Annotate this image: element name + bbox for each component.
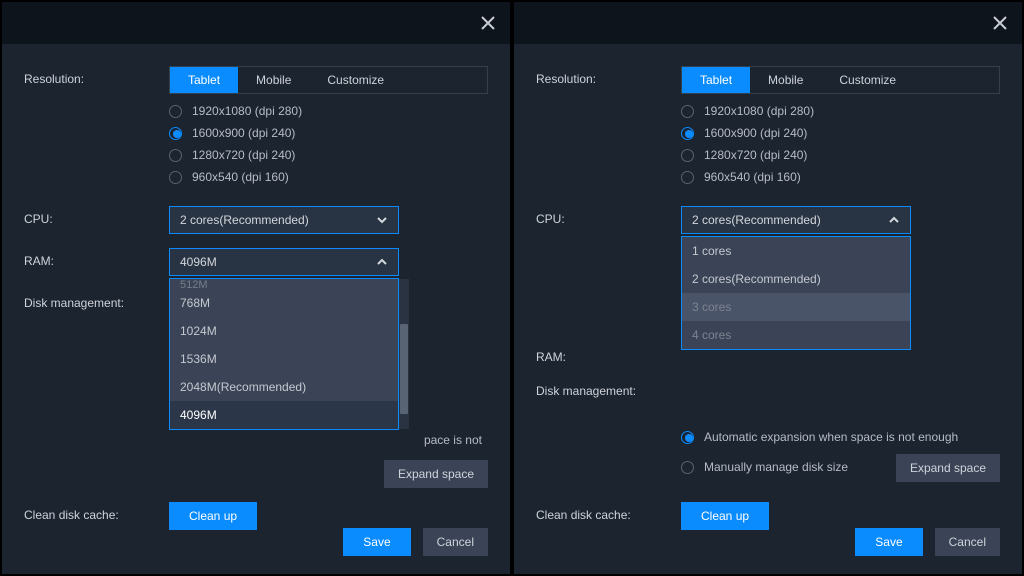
settings-panel-right: Resolution: Tablet Mobile Customize 1920… (514, 2, 1022, 574)
resolution-option[interactable]: 1920x1080 (dpi 280) (681, 104, 1000, 118)
resolution-option[interactable]: 1600x900 (dpi 240) (681, 126, 1000, 140)
expand-space-button[interactable]: Expand space (896, 454, 1000, 482)
ram-option[interactable]: 4096M (170, 401, 398, 429)
cancel-button[interactable]: Cancel (423, 528, 488, 556)
cpu-select[interactable]: 2 cores(Recommended) (169, 206, 399, 234)
disk-manual-option[interactable]: Manually manage disk size Expand space (681, 454, 1000, 482)
radio-icon (169, 149, 182, 162)
disk-auto-option[interactable]: Automatic expansion when space is not en… (681, 429, 1000, 446)
ram-label: RAM: (24, 248, 169, 268)
scrollbar[interactable] (399, 279, 409, 429)
cpu-select-value: 2 cores(Recommended) (692, 213, 821, 227)
tab-tablet[interactable]: Tablet (170, 67, 238, 93)
tab-mobile[interactable]: Mobile (238, 67, 309, 93)
settings-panel-left: Resolution: Tablet Mobile Customize 1920… (2, 2, 510, 574)
resolution-label: Resolution: (24, 66, 169, 86)
ram-option[interactable]: 1024M (170, 317, 398, 345)
ram-dropdown: 512M 768M 1024M 1536M 2048M(Recommended)… (169, 278, 399, 430)
resolution-option[interactable]: 1600x900 (dpi 240) (169, 126, 488, 140)
ram-select-value: 4096M (180, 255, 217, 269)
disk-label: Disk management: (24, 290, 169, 310)
ram-option[interactable]: 1536M (170, 345, 398, 373)
cpu-dropdown: 1 cores 2 cores(Recommended) 3 cores 4 c… (681, 236, 911, 350)
tab-customize[interactable]: Customize (821, 67, 914, 93)
radio-icon (681, 461, 694, 474)
ram-option-truncated[interactable]: 512M (170, 279, 398, 289)
cancel-button[interactable]: Cancel (935, 528, 1000, 556)
tab-customize[interactable]: Customize (309, 67, 402, 93)
radio-icon (681, 171, 694, 184)
radio-icon (169, 171, 182, 184)
scroll-thumb[interactable] (400, 324, 408, 414)
resolution-tabs: Tablet Mobile Customize (681, 66, 1000, 94)
resolution-option[interactable]: 960x540 (dpi 160) (169, 170, 488, 184)
resolution-option[interactable]: 1920x1080 (dpi 280) (169, 104, 488, 118)
ram-option[interactable]: 768M (170, 289, 398, 317)
radio-icon (681, 105, 694, 118)
cpu-select[interactable]: 2 cores(Recommended) (681, 206, 911, 234)
content: Resolution: Tablet Mobile Customize 1920… (514, 44, 1022, 514)
disk-manual-label: Manually manage disk size (704, 459, 890, 476)
cpu-label: CPU: (536, 206, 681, 226)
resolution-tabs: Tablet Mobile Customize (169, 66, 488, 94)
radio-icon (681, 431, 694, 444)
ram-label: RAM: (536, 344, 681, 364)
radio-icon (169, 105, 182, 118)
cleanup-button[interactable]: Clean up (169, 502, 257, 530)
tab-mobile[interactable]: Mobile (750, 67, 821, 93)
chevron-up-icon (888, 214, 900, 226)
cpu-label: CPU: (24, 206, 169, 226)
tab-tablet[interactable]: Tablet (682, 67, 750, 93)
close-icon[interactable] (992, 15, 1008, 31)
cleanup-button[interactable]: Clean up (681, 502, 769, 530)
save-button[interactable]: Save (855, 528, 922, 556)
resolution-option[interactable]: 960x540 (dpi 160) (681, 170, 1000, 184)
cpu-option[interactable]: 4 cores (682, 321, 910, 349)
disk-label: Disk management: (536, 378, 681, 398)
chevron-up-icon (376, 256, 388, 268)
expand-space-button[interactable]: Expand space (384, 460, 488, 488)
disk-auto-label: Automatic expansion when space is not en… (704, 429, 994, 446)
ram-select[interactable]: 4096M (169, 248, 399, 276)
cpu-option[interactable]: 2 cores(Recommended) (682, 265, 910, 293)
clean-label: Clean disk cache: (536, 502, 681, 522)
radio-icon (681, 127, 694, 140)
save-button[interactable]: Save (343, 528, 410, 556)
resolution-option[interactable]: 1280x720 (dpi 240) (681, 148, 1000, 162)
clean-label: Clean disk cache: (24, 502, 169, 522)
cpu-select-value: 2 cores(Recommended) (180, 213, 309, 227)
radio-icon (681, 149, 694, 162)
cpu-option[interactable]: 1 cores (682, 237, 910, 265)
disk-auto-fragment: pace is not (424, 432, 482, 449)
cpu-option[interactable]: 3 cores (682, 293, 910, 321)
content: Resolution: Tablet Mobile Customize 1920… (2, 44, 510, 514)
chevron-down-icon (376, 214, 388, 226)
close-icon[interactable] (480, 15, 496, 31)
resolution-label: Resolution: (536, 66, 681, 86)
titlebar (514, 2, 1022, 44)
resolution-option[interactable]: 1280x720 (dpi 240) (169, 148, 488, 162)
titlebar (2, 2, 510, 44)
ram-option[interactable]: 2048M(Recommended) (170, 373, 398, 401)
radio-icon (169, 127, 182, 140)
